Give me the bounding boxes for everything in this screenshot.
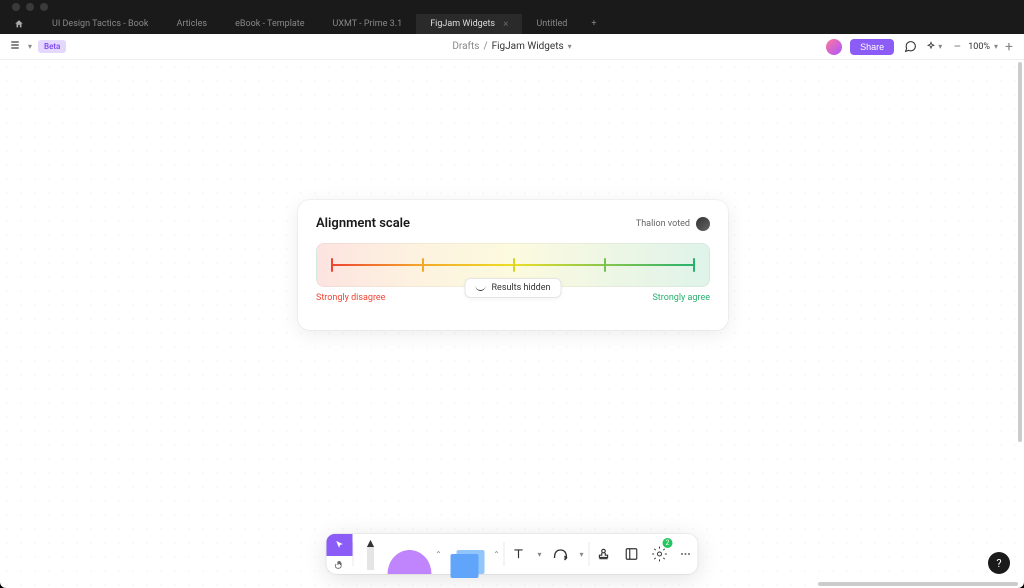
breadcrumb-parent[interactable]: Drafts [452, 41, 479, 52]
zoom-in-button[interactable]: + [1002, 40, 1016, 54]
stamp-tool[interactable] [590, 534, 618, 574]
home-button[interactable] [0, 19, 38, 29]
text-icon [512, 547, 526, 561]
scrollbar-horizontal[interactable] [818, 582, 1018, 586]
more-icon [680, 548, 692, 560]
shape-tool[interactable] [388, 534, 432, 574]
voter-avatar [696, 217, 710, 231]
scale-label-min: Strongly disagree [316, 293, 385, 303]
hand-icon [335, 560, 345, 570]
scale-tick[interactable] [604, 258, 606, 272]
close-icon[interactable]: × [503, 19, 508, 30]
scrollbar-vertical[interactable] [1018, 62, 1022, 442]
scale-gradient-line [331, 264, 695, 266]
more-tools-button[interactable] [674, 534, 698, 574]
scale-label-max: Strongly agree [652, 293, 710, 303]
text-tool[interactable] [505, 534, 533, 574]
scale-tick[interactable] [693, 258, 695, 272]
traffic-light-close[interactable] [12, 3, 20, 11]
stamp-icon [597, 547, 611, 561]
scale-track[interactable]: Results hidden [316, 243, 710, 287]
hand-tool[interactable] [327, 556, 353, 574]
help-button[interactable]: ? [988, 552, 1010, 574]
tab-item-active[interactable]: FigJam Widgets× [416, 14, 522, 34]
user-avatar[interactable] [826, 39, 842, 55]
shape-options-chevron[interactable]: ⌃ [432, 534, 446, 574]
pointer-icon [335, 540, 345, 550]
connector-tool[interactable] [547, 534, 575, 574]
bottom-toolbar: ⌃ ⌃ ▾ ▾ [327, 534, 698, 574]
pointer-tool[interactable] [327, 534, 353, 556]
share-button[interactable]: Share [850, 39, 894, 55]
new-tab-button[interactable]: + [581, 19, 606, 29]
sticky-options-chevron[interactable]: ⌃ [490, 534, 504, 574]
app-frame: ▾ Beta Drafts / FigJam Widgets ▾ Share ▾… [0, 34, 1024, 588]
breadcrumb-separator: / [483, 41, 487, 52]
voted-indicator: Thalion voted [636, 217, 710, 231]
tab-item[interactable]: UI Design Tactics - Book [38, 14, 162, 34]
effects-button[interactable]: ▾ [926, 39, 942, 55]
alignment-scale-widget[interactable]: Alignment scale Thalion voted Results hi… [298, 200, 728, 330]
breadcrumb-current[interactable]: FigJam Widgets [492, 41, 564, 52]
sticky-note-tool[interactable] [446, 534, 490, 574]
tab-item[interactable]: Untitled [522, 14, 581, 34]
eye-closed-icon [476, 285, 486, 291]
tab-item[interactable]: UXMT - Prime 3.1 [319, 14, 417, 34]
window-chrome [0, 0, 1024, 14]
traffic-light-zoom[interactable] [40, 3, 48, 11]
shape-preview-icon [388, 550, 432, 574]
chevron-down-icon[interactable]: ▾ [994, 42, 998, 51]
zoom-out-button[interactable]: − [950, 40, 964, 54]
home-icon [14, 19, 24, 29]
marker-icon [363, 538, 379, 572]
figma-logo-icon [10, 40, 20, 54]
connector-options-chevron[interactable]: ▾ [575, 534, 589, 574]
beta-badge: Beta [38, 40, 66, 53]
chevron-down-icon[interactable]: ▾ [28, 42, 32, 51]
scale-tick[interactable] [422, 258, 424, 272]
section-icon [625, 547, 639, 561]
chat-icon [904, 40, 917, 53]
scale-tick[interactable] [513, 258, 515, 272]
zoom-value[interactable]: 100% [968, 42, 990, 52]
widgets-tool[interactable]: 2 [646, 534, 674, 574]
breadcrumb[interactable]: Drafts / FigJam Widgets ▾ [452, 41, 571, 52]
widget-count-badge: 2 [663, 538, 673, 548]
tab-item[interactable]: Articles [162, 14, 221, 34]
zoom-controls: − 100% ▾ + [950, 40, 1016, 54]
sticky-icon [451, 546, 485, 574]
section-tool[interactable] [618, 534, 646, 574]
traffic-light-minimize[interactable] [26, 3, 34, 11]
gear-plus-icon [652, 546, 668, 562]
sparkle-icon [926, 40, 936, 53]
voted-label: Thalion voted [636, 219, 690, 229]
results-hidden-label: Results hidden [492, 283, 551, 293]
scale-tick[interactable] [331, 258, 333, 272]
canvas[interactable]: Alignment scale Thalion voted Results hi… [0, 60, 1024, 588]
text-options-chevron[interactable]: ▾ [533, 534, 547, 574]
widget-title: Alignment scale [316, 216, 410, 231]
connector-icon [553, 547, 569, 561]
comments-button[interactable] [902, 39, 918, 55]
main-menu-button[interactable] [8, 40, 22, 54]
tab-item[interactable]: eBook - Template [221, 14, 318, 34]
marker-tool[interactable] [354, 534, 388, 574]
tab-bar: UI Design Tactics - Book Articles eBook … [0, 14, 1024, 34]
app-header: ▾ Beta Drafts / FigJam Widgets ▾ Share ▾… [0, 34, 1024, 60]
chevron-down-icon[interactable]: ▾ [568, 42, 572, 51]
